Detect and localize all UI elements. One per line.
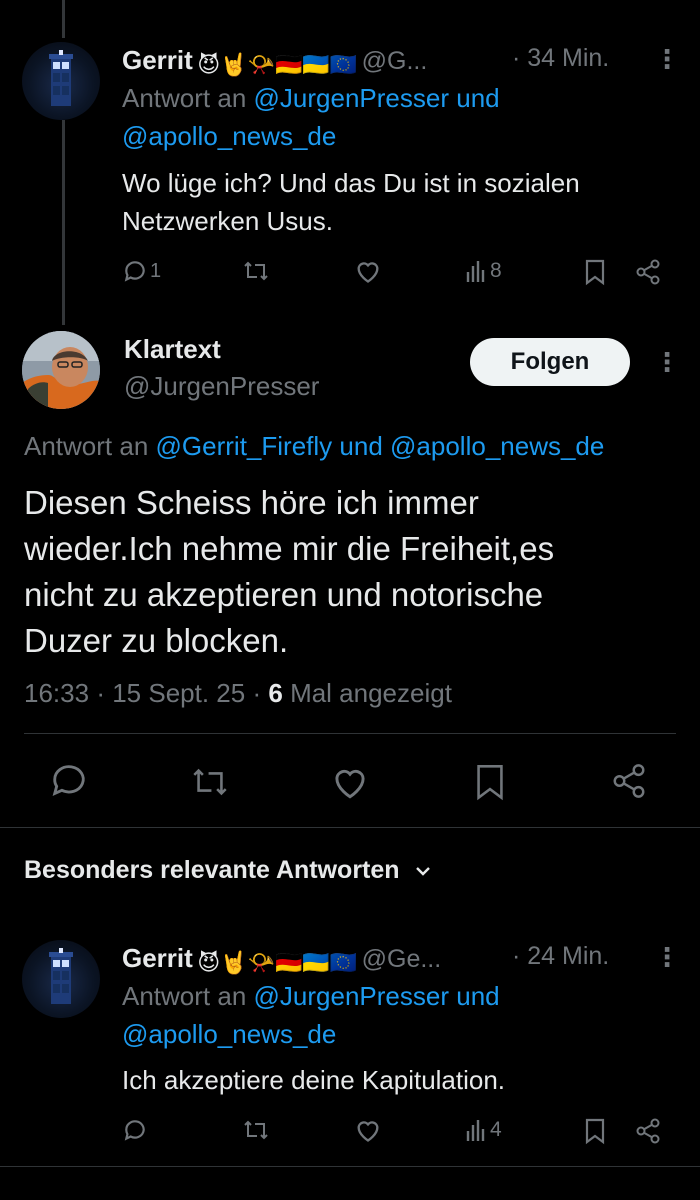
repost-button[interactable]: [242, 1117, 270, 1143]
reply-mention-1[interactable]: @JurgenPresser: [254, 981, 449, 1011]
handle[interactable]: @JurgenPresser: [124, 371, 319, 402]
tweet-text-line: Wo lüge ich? Und das Du ist in sozialen: [122, 168, 580, 198]
reply-prefix: Antwort an: [122, 981, 247, 1011]
views-count: 8: [490, 259, 502, 282]
views-button[interactable]: 8: [466, 258, 502, 284]
reply-context: Antwort an @JurgenPresser und @apollo_ne…: [122, 977, 662, 1053]
avatar[interactable]: [22, 331, 100, 409]
bookmark-button[interactable]: [584, 1117, 606, 1145]
repost-icon: [193, 768, 227, 796]
tweet-text: Diesen Scheiss höre ich immer wieder.Ich…: [24, 480, 684, 664]
share-icon: [636, 1118, 660, 1144]
timestamp[interactable]: · 24 Min.: [512, 942, 609, 971]
reply-mention-1[interactable]: @Gerrit_Firefly: [156, 431, 333, 461]
repost-icon: [244, 1120, 268, 1140]
share-button[interactable]: [634, 1117, 662, 1145]
reply-and: und: [339, 431, 383, 461]
reply-button[interactable]: 1: [122, 258, 161, 284]
heart-icon: [357, 262, 379, 283]
post-date[interactable]: 15 Sept. 25: [112, 678, 245, 708]
reply-mention-2[interactable]: @apollo_news_de: [122, 121, 336, 151]
handle[interactable]: @G...: [362, 47, 428, 75]
bookmark-icon: [585, 259, 605, 286]
bookmark-button[interactable]: [474, 762, 506, 802]
views-button[interactable]: 4: [466, 1117, 502, 1143]
more-options-icon[interactable]: ⋮: [654, 944, 680, 970]
heart-icon: [335, 769, 365, 799]
reply-button[interactable]: [122, 1117, 148, 1143]
divider: [24, 733, 676, 734]
reply-prefix: Antwort an: [122, 83, 247, 113]
tweet-text-line: Duzer zu blocken.: [24, 622, 289, 659]
reply-and: und: [456, 83, 500, 113]
tweet-text-line: Ich akzeptiere deine Kapitulation.: [122, 1065, 506, 1095]
avatar[interactable]: [22, 42, 100, 120]
tweet-text: Wo lüge ich? Und das Du ist in sozialen …: [122, 164, 682, 240]
profile-photo-icon: [22, 331, 100, 409]
display-name[interactable]: Gerrit: [122, 943, 193, 973]
views-count: 4: [490, 1118, 502, 1141]
chevron-down-icon: [415, 866, 430, 876]
name-emojis: 😈🤘📯🇩🇪🇺🇦🇪🇺: [197, 51, 358, 77]
bookmark-button[interactable]: [584, 258, 606, 286]
bookmark-icon: [477, 765, 503, 801]
like-button[interactable]: [330, 764, 370, 800]
tardis-avatar-icon: [49, 50, 73, 106]
display-name[interactable]: Klartext: [124, 334, 221, 365]
post-time[interactable]: 16:33: [24, 678, 89, 708]
reply-context: Antwort an @Gerrit_Firefly und @apollo_n…: [24, 427, 684, 465]
reply-context: Antwort an @JurgenPresser und @apollo_ne…: [122, 79, 662, 155]
tweet-text-line: Diesen Scheiss höre ich immer: [24, 484, 479, 521]
reply-count: 1: [150, 259, 162, 282]
more-options-icon[interactable]: ⋮: [654, 349, 680, 375]
thread-line-connector: [62, 120, 65, 325]
reply-mention-2[interactable]: @apollo_news_de: [390, 431, 604, 461]
repost-icon: [244, 261, 268, 281]
heart-icon: [357, 1121, 379, 1142]
share-button[interactable]: [610, 762, 648, 800]
avatar[interactable]: [22, 940, 100, 1018]
tweet-text-line: nicht zu akzeptieren und notorische: [24, 576, 544, 613]
like-button[interactable]: [354, 258, 382, 284]
reply-mention-2[interactable]: @apollo_news_de: [122, 1019, 336, 1049]
section-divider: [0, 827, 700, 828]
share-button[interactable]: [634, 258, 662, 286]
more-options-icon[interactable]: ⋮: [654, 46, 680, 72]
bookmark-icon: [585, 1118, 605, 1145]
reply-button[interactable]: [50, 762, 88, 798]
tweet-meta: 16:33 · 15 Sept. 25 · 6 Mal angezeigt: [24, 678, 452, 708]
reply-icon: [124, 261, 145, 282]
repost-button[interactable]: [190, 764, 230, 800]
views-count: 6: [268, 678, 283, 708]
tweet-text: Ich akzeptiere deine Kapitulation.: [122, 1061, 682, 1099]
tweet-text-line: Netzwerken Usus.: [122, 206, 333, 236]
name-emojis: 😈🤘📯🇩🇪🇺🇦🇪🇺: [197, 949, 358, 975]
reply-prefix: Antwort an: [24, 431, 149, 461]
like-button[interactable]: [354, 1117, 382, 1143]
tardis-avatar-icon: [49, 948, 73, 1004]
views-icon: [466, 1120, 485, 1141]
share-icon: [636, 259, 660, 285]
reply-icon: [52, 765, 85, 796]
views-icon: [466, 261, 485, 282]
sort-replies-dropdown[interactable]: Besonders relevante Antworten: [24, 856, 434, 885]
share-icon: [613, 764, 645, 798]
tweet-text-line: wieder.Ich nehme mir die Freiheit,es: [24, 530, 555, 567]
views-label: Mal angezeigt: [290, 678, 452, 708]
follow-button[interactable]: Folgen: [470, 338, 630, 386]
repost-button[interactable]: [242, 258, 270, 284]
thread-line-top: [62, 0, 65, 38]
reply-mention-1[interactable]: @JurgenPresser: [254, 83, 449, 113]
sort-label: Besonders relevante Antworten: [24, 856, 400, 884]
reply-and: und: [456, 981, 500, 1011]
reply-icon: [124, 1120, 145, 1141]
section-divider: [0, 1166, 700, 1167]
display-name[interactable]: Gerrit: [122, 45, 193, 75]
timestamp[interactable]: · 34 Min.: [512, 44, 609, 73]
handle[interactable]: @Ge...: [362, 945, 442, 973]
